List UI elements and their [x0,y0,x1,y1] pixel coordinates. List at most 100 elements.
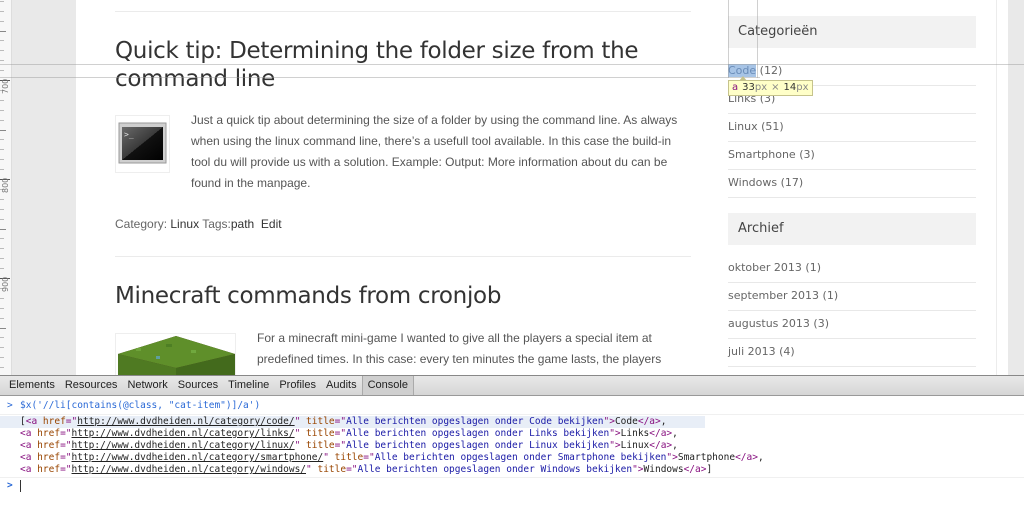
archive-link[interactable]: september 2013 [728,289,819,302]
post-title[interactable]: Quick tip: Determining the folder size f… [115,37,639,93]
attr-value: Alle berichten opgeslagen onder Linux be… [346,440,610,451]
attr-quote: "> [609,440,621,451]
devtools-tab-audits[interactable]: Audits [321,376,362,395]
console-command: $x('//li[contains(@class, "cat-item")]/a… [20,400,261,411]
attr-quote: " [294,440,307,451]
ruler-tick [0,130,6,131]
excerpt-line: found in the manpage. [191,176,311,190]
excerpt-line: when using the linux command line, there… [191,134,672,148]
post-thumbnail[interactable]: >_ [115,115,170,173]
tag-open: <a [25,416,43,427]
category-count: (3) [799,148,815,161]
attr-quote: " [323,452,335,463]
ruler-tick [0,209,4,210]
post-title[interactable]: Minecraft commands from cronjob [115,282,501,310]
href-link[interactable]: http://www.dvdheiden.nl/category/code/ [77,416,294,427]
devtools-tab-elements[interactable]: Elements [4,376,60,395]
tooltip-width: 33 [742,82,755,93]
tag-link[interactable]: path [231,217,254,231]
href-link[interactable]: http://www.dvdheiden.nl/category/windows… [72,464,307,475]
svg-text:>_: >_ [124,130,134,139]
tag-open: <a [20,440,38,451]
attr-quote: =" [363,452,375,463]
post-meta: Category: Linux Tags:path Edit [115,217,282,231]
archive-item: juli 2013 (4) [728,339,976,367]
devtools-tab-sources[interactable]: Sources [173,376,223,395]
post-title-line[interactable]: command line [115,66,275,92]
attr-value: Alle berichten opgeslagen onder Links be… [346,428,610,439]
tooltip-tag: a [732,82,739,93]
ruler-tick [0,337,4,338]
attr-quote: =" [346,464,358,475]
devtools-tab-network[interactable]: Network [122,376,172,395]
ruler-tick [0,159,4,160]
archive-link[interactable]: augustus 2013 [728,317,810,330]
tooltip-unit: px [796,82,809,93]
ruler-tick [0,367,4,368]
excerpt-line: predefined times. In this case: every te… [257,352,662,366]
ruler-tick [0,199,4,200]
ruler-tick [0,219,4,220]
prompt-icon: > [7,480,13,491]
category-link[interactable]: Linux [728,120,758,133]
archive-item: september 2013 (1) [728,283,976,311]
console-command-line: > $x('//li[contains(@class, "cat-item")]… [0,400,1024,413]
attr-name: title [317,464,347,475]
tag-open: <a [20,464,38,475]
href-link[interactable]: http://www.dvdheiden.nl/category/linux/ [72,440,295,451]
archive-item: augustus 2013 (3) [728,311,976,339]
href-link[interactable]: http://www.dvdheiden.nl/category/smartph… [72,452,324,463]
console-input-line[interactable]: > [0,480,1024,494]
vertical-ruler: 7008009001000 [0,0,12,375]
devtools-tab-profiles[interactable]: Profiles [274,376,321,395]
console-result: [<a href="http://www.dvdheiden.nl/catego… [0,414,1024,478]
attr-name: href [37,452,61,463]
attr-quote: "> [666,452,678,463]
attr-name: title [306,416,335,427]
post-thumbnail[interactable] [115,333,236,375]
post-title-line[interactable]: Quick tip: Determining the folder size f… [115,38,639,64]
console-input-caret[interactable] [20,480,21,492]
category-link[interactable]: Linux [170,217,199,231]
ruler-tick [0,229,6,230]
ruler-label: 700 [1,78,10,94]
category-link[interactable]: Windows [728,176,777,189]
attr-quote: =" [334,440,347,451]
inspector-guide-line [757,0,758,78]
console-result-element[interactable]: <a href="http://www.dvdheiden.nl/categor… [0,428,1024,440]
console-result-element[interactable]: [<a href="http://www.dvdheiden.nl/catego… [0,416,705,428]
console-result-element[interactable]: <a href="http://www.dvdheiden.nl/categor… [0,440,1024,452]
separator: ] [706,464,713,475]
category-item: Linux (51) [728,114,976,142]
categories-list: Code (12) Links (3) Linux (51) Smartphon… [728,58,976,198]
inspector-guide-line [0,77,760,78]
category-link[interactable]: Smartphone [728,148,796,161]
inspector-guide-line [0,64,1024,65]
element-text: Smartphone [677,452,736,463]
archive-link[interactable]: juli 2013 [728,345,776,358]
ruler-tick [0,1,4,2]
tooltip-height: 14 [783,82,797,93]
devtools-tab-console[interactable]: Console [361,376,414,395]
attr-quote: "> [609,428,621,439]
archive-count: (3) [813,317,829,330]
console-result-element[interactable]: <a href="http://www.dvdheiden.nl/categor… [0,464,1024,476]
ruler-tick [0,268,4,269]
excerpt-line: Just a quick tip about determining the s… [191,113,678,127]
attr-quote: =" [60,464,72,475]
attr-quote: =" [65,416,78,427]
devtools-tab-resources[interactable]: Resources [60,376,123,395]
inspector-tooltip: a 33px × 14px [728,80,813,96]
edit-link[interactable]: Edit [261,217,282,231]
href-link[interactable]: http://www.dvdheiden.nl/category/links/ [72,428,295,439]
tag-close: </a> [649,428,673,439]
devtools-tab-timeline[interactable]: Timeline [223,376,274,395]
archive-link[interactable]: oktober 2013 [728,261,802,274]
ruler-tick [0,60,4,61]
ruler-tick [0,347,4,348]
category-label: Category: [115,217,168,231]
ruler-tick [0,328,6,329]
ruler-label: 800 [1,177,10,193]
ruler-tick [0,40,4,41]
console-result-element[interactable]: <a href="http://www.dvdheiden.nl/categor… [0,452,1024,464]
